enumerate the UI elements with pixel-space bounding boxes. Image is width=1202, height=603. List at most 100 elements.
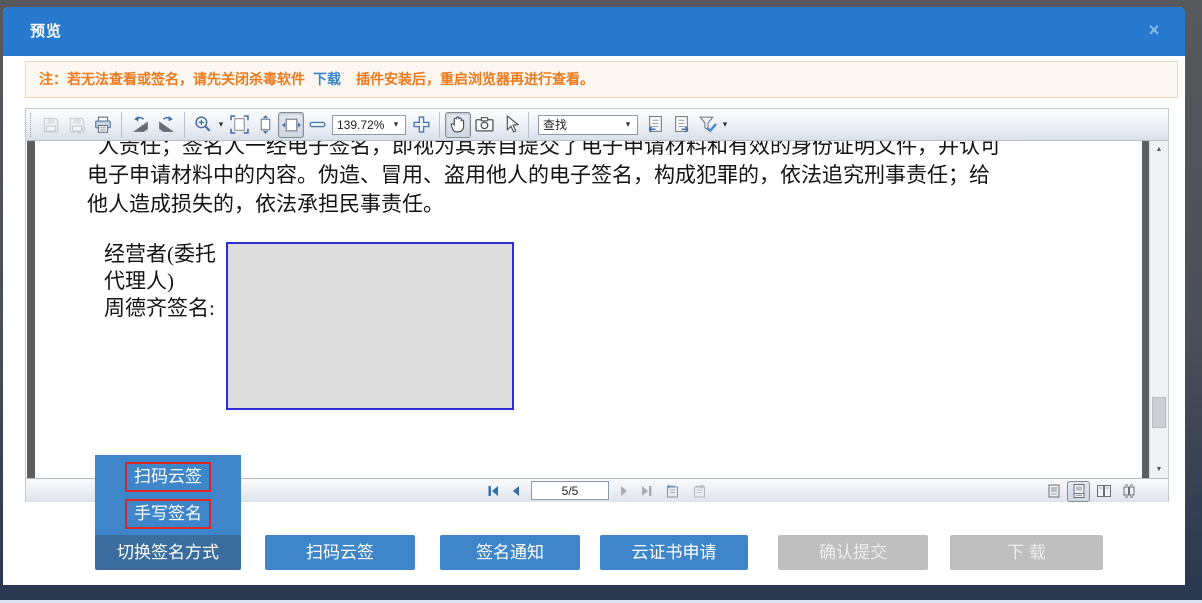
zoom-out-button[interactable] (304, 112, 330, 138)
hand-icon (449, 115, 468, 134)
find-next-icon (672, 115, 691, 134)
signature-box[interactable] (226, 242, 514, 410)
dialog-header: 预览 × (3, 7, 1185, 56)
plus-icon (412, 115, 431, 134)
fit-height-button[interactable] (252, 112, 278, 138)
save-as-button[interactable] (64, 112, 90, 138)
filter-fields-button[interactable] (694, 112, 720, 138)
popup-item-handwritten-sign[interactable]: 手写签名 (125, 499, 211, 529)
select-tool-button[interactable] (497, 112, 523, 138)
find-next-button[interactable] (668, 112, 694, 138)
toolbar-grip (30, 113, 34, 137)
close-icon[interactable]: × (1143, 19, 1165, 41)
viewer-left-edge (27, 141, 35, 478)
fit-width-icon (282, 115, 301, 134)
facing-layout-button[interactable] (1092, 481, 1115, 502)
toolbar-separator (528, 112, 529, 138)
continuous-facing-icon (1121, 483, 1137, 499)
zoom-level-combobox[interactable]: 139.72% ▾ (332, 115, 406, 135)
printer-icon (94, 116, 112, 134)
switch-sign-method-button[interactable]: 切换签名方式 (95, 535, 241, 570)
signature-label: 经营者(委托 代理人) 周德齐签名: (104, 241, 216, 322)
previous-page-icon (509, 484, 523, 498)
signature-method-popup: 扫码云签 手写签名 (95, 455, 241, 536)
cursor-arrow-icon (501, 115, 520, 134)
notice-text-after: 插件安装后，重启浏览器再进行查看。 (356, 71, 594, 87)
zoom-tool-button[interactable] (190, 112, 216, 138)
filter-dropdown-caret[interactable]: ▾ (720, 119, 730, 130)
zoom-tool-dropdown-caret[interactable]: ▾ (216, 119, 226, 130)
print-button[interactable] (90, 112, 116, 138)
hand-tool-button[interactable] (445, 112, 471, 138)
popup-item-scan-cloud-sign[interactable]: 扫码云签 (125, 462, 211, 492)
next-view-button[interactable] (689, 481, 709, 500)
continuous-facing-layout-button[interactable] (1117, 481, 1140, 502)
rotate-right-button[interactable] (153, 112, 179, 138)
continuous-layout-button[interactable] (1067, 481, 1090, 502)
single-page-icon (1046, 483, 1062, 499)
document-text-line: 人责任；签名人一经电子签名，即视为其亲自提交了电子申请材料和有效的身份证明文件，… (98, 141, 1001, 160)
camera-icon (475, 115, 494, 134)
vertical-scrollbar[interactable]: ▲ ▼ (1149, 141, 1168, 478)
viewer-right-edge (1142, 141, 1149, 478)
page-nav-controls (485, 479, 709, 502)
toolbar-separator (184, 112, 185, 138)
find-caret[interactable]: ▾ (623, 119, 633, 130)
actual-size-icon (230, 115, 249, 134)
rotate-left-button[interactable] (127, 112, 153, 138)
zoom-level-value: 139.72% (337, 118, 384, 132)
next-view-icon (691, 483, 707, 499)
sign-notice-button[interactable]: 签名通知 (440, 535, 580, 570)
next-page-icon (617, 484, 631, 498)
snapshot-button[interactable] (471, 112, 497, 138)
floppy-icon (42, 116, 60, 134)
document-text-line: 电子申请材料中的内容。伪造、冒用、盗用他人的电子签名，构成犯罪的，依法追究刑事责… (87, 161, 990, 189)
first-page-icon (486, 484, 500, 498)
fit-actual-size-button[interactable] (226, 112, 252, 138)
magnifier-plus-icon (194, 115, 213, 134)
rotate-left-icon (131, 115, 150, 134)
page-number-input[interactable] (531, 481, 609, 500)
find-combobox[interactable]: 查找 ▾ (538, 115, 638, 135)
fit-height-icon (256, 115, 275, 134)
rotate-right-icon (157, 115, 176, 134)
previous-page-button[interactable] (508, 483, 524, 499)
cloud-cert-apply-button[interactable]: 云证书申请 (600, 535, 748, 570)
first-page-button[interactable] (485, 483, 501, 499)
pdf-content-area: 人责任；签名人一经电子签名，即视为其亲自提交了电子申请材料和有效的身份证明文件，… (26, 141, 1168, 478)
pdf-toolbar: ▾ 139.72% ▾ (26, 109, 1168, 141)
notice-bar: 注：若无法查看或签名，请先关闭杀毒软件下载插件安装后，重启浏览器再进行查看。 (25, 61, 1178, 98)
scan-cloud-sign-button[interactable]: 扫码云签 (265, 535, 415, 570)
last-page-icon (640, 484, 654, 498)
minus-icon (308, 115, 327, 134)
next-page-button[interactable] (616, 483, 632, 499)
dialog-title: 预览 (30, 7, 62, 56)
toolbar-separator (439, 112, 440, 138)
save-button[interactable] (38, 112, 64, 138)
scroll-down-icon[interactable]: ▼ (1150, 462, 1168, 477)
find-previous-button[interactable] (642, 112, 668, 138)
download-plugin-link[interactable]: 下载 (313, 71, 341, 87)
document-text-line: 他人造成损失的，依法承担民事责任。 (87, 190, 444, 218)
find-previous-icon (646, 115, 665, 134)
confirm-submit-button[interactable]: 确认提交 (778, 535, 928, 570)
zoom-in-button[interactable] (408, 112, 434, 138)
continuous-page-icon (1071, 483, 1087, 499)
zoom-level-caret[interactable]: ▾ (391, 119, 401, 130)
toolbar-separator (121, 112, 122, 138)
last-page-button[interactable] (639, 483, 655, 499)
notice-text: 注：若无法查看或签名，请先关闭杀毒软件 (39, 71, 305, 87)
funnel-check-icon (698, 115, 717, 134)
previous-view-icon (664, 483, 680, 499)
single-page-layout-button[interactable] (1042, 481, 1065, 502)
download-button[interactable]: 下 载 (950, 535, 1103, 570)
pdf-viewer: ▾ 139.72% ▾ (25, 108, 1169, 502)
scrollbar-thumb[interactable] (1152, 397, 1166, 428)
page-layout-controls (1042, 480, 1140, 502)
document-page: 人责任；签名人一经电子签名，即视为其亲自提交了电子申请材料和有效的身份证明文件，… (35, 141, 1142, 478)
floppy-pen-icon (68, 116, 86, 134)
fit-width-button[interactable] (278, 112, 304, 138)
previous-view-button[interactable] (662, 481, 682, 500)
facing-pages-icon (1096, 483, 1112, 499)
scroll-up-icon[interactable]: ▲ (1150, 142, 1168, 157)
